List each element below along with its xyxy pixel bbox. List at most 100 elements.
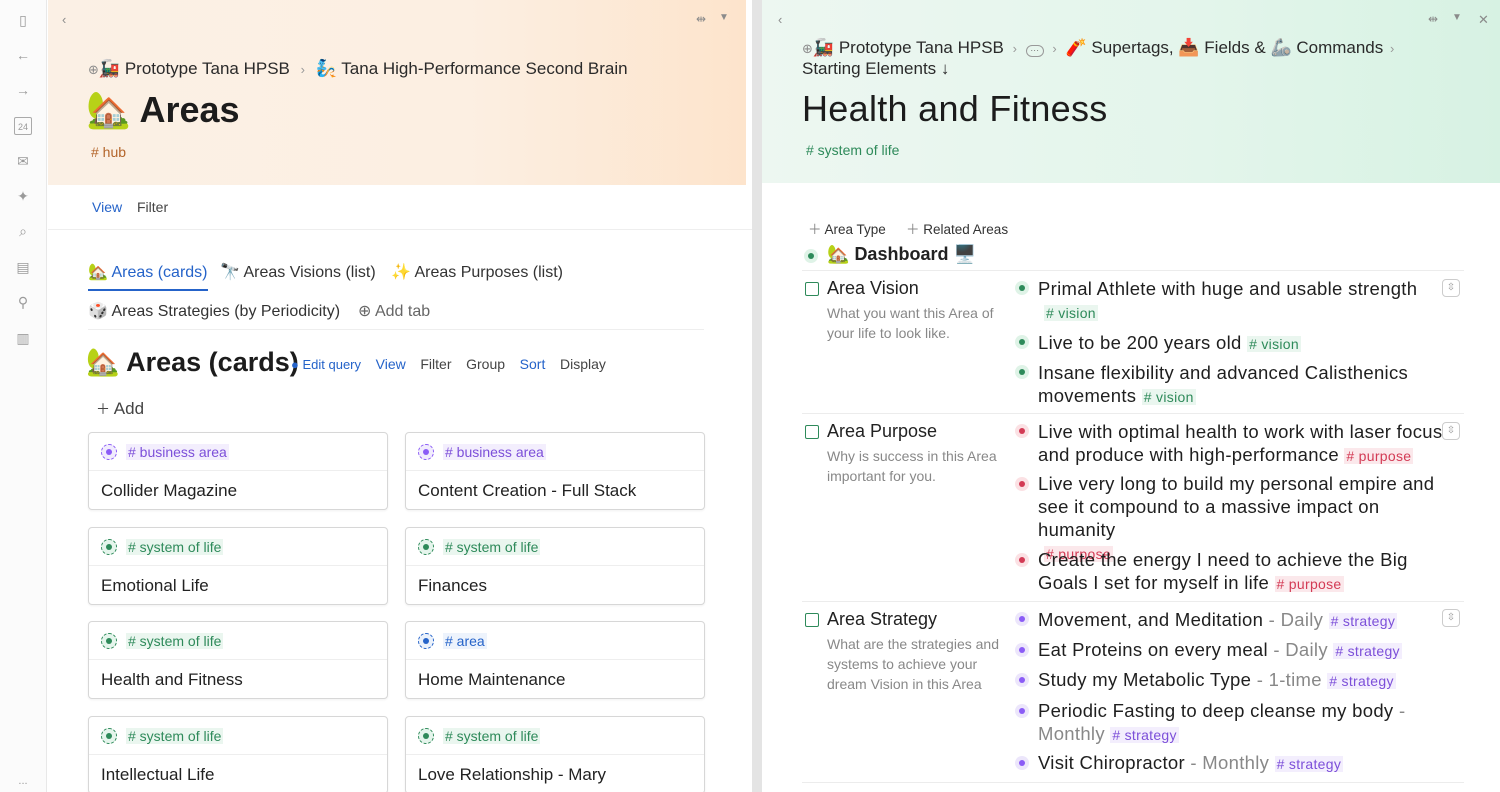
breadcrumb-supertags[interactable]: Supertags, [1091,38,1173,57]
card-name[interactable]: Finances [418,576,487,596]
strategy-tag[interactable]: # strategy [1327,673,1396,689]
breadcrumb-page[interactable]: Tana High-Performance Second Brain [341,59,627,78]
hub-tag[interactable]: # hub [91,144,126,160]
vision-tag[interactable]: # vision [1044,305,1098,321]
tab-areas-cards[interactable]: 🏡 Areas (cards) [88,262,208,282]
filter-button[interactable]: Filter [137,199,168,215]
expand-panel-icon[interactable]: ⇹ [1428,12,1438,26]
node-bullet[interactable] [1015,612,1029,626]
card-tag[interactable]: # system of life [126,633,224,649]
area-card[interactable]: # area Home Maintenance [405,621,705,699]
card-name[interactable]: Health and Fitness [101,670,243,690]
search-sort-button[interactable]: Sort [520,356,546,372]
purpose-item[interactable]: Live with optimal health to work with la… [1038,420,1448,468]
node-bullet[interactable] [101,539,117,555]
strategy-tag[interactable]: # strategy [1328,613,1398,629]
card-tag[interactable]: # system of life [126,728,224,744]
dashboard-icon[interactable]: ▥ [14,329,32,347]
card-name[interactable]: Home Maintenance [418,670,565,690]
strategy-item[interactable]: Visit Chiropractor - Monthly # strategy [1038,751,1458,776]
node-bullet[interactable] [1015,477,1029,491]
node-bullet[interactable] [101,633,117,649]
breadcrumb-starting-elements[interactable]: Starting Elements ↓ [802,59,949,79]
node-bullet[interactable] [418,633,434,649]
node-bullet[interactable] [418,444,434,460]
field-expand-icon[interactable]: ⇳ [1442,279,1460,297]
breadcrumb-fields[interactable]: Fields & [1204,38,1265,57]
breadcrumb-workspace[interactable]: Prototype Tana HPSB [125,59,290,78]
page-title-text[interactable]: Areas [140,89,240,130]
node-bullet[interactable] [804,249,818,263]
area-card[interactable]: # business area Content Creation - Full S… [405,432,705,510]
vision-item[interactable]: Insane flexibility and advanced Calisthe… [1038,361,1448,409]
node-bullet[interactable] [101,444,117,460]
add-card-button[interactable]: ＋ Add [96,399,144,419]
field-name[interactable]: Area Purpose [827,421,937,442]
field-name[interactable]: Area Strategy [827,609,937,630]
search-display-button[interactable]: Display [560,356,606,372]
area-card[interactable]: # system of life Finances [405,527,705,605]
expand-panel-icon[interactable]: ⇹ [696,12,706,26]
pin-icon[interactable]: ⚲ [14,293,32,311]
node-bullet[interactable] [418,539,434,555]
search-view-button[interactable]: View [376,356,406,372]
card-name[interactable]: Love Relationship - Mary [418,765,606,785]
node-bullet[interactable] [1015,424,1029,438]
collapse-right-icon[interactable]: ‹ [778,12,782,27]
vision-tag[interactable]: # vision [1141,389,1196,405]
node-bullet[interactable] [418,728,434,744]
card-tag[interactable]: # system of life [443,728,541,744]
area-card[interactable]: # system of life Emotional Life [88,527,388,605]
chevron-down-icon[interactable]: ▼ [719,12,729,23]
more-icon[interactable]: ... [14,772,32,790]
vision-item[interactable]: Live to be 200 years old # vision [1038,331,1458,356]
card-tag[interactable]: # system of life [126,539,224,555]
area-card[interactable]: # system of life Health and Fitness [88,621,388,699]
card-tag[interactable]: # business area [443,444,546,460]
card-name[interactable]: Collider Magazine [101,481,237,501]
related-areas-button[interactable]: ＋ Related Areas [906,218,1008,238]
node-bullet[interactable] [1015,704,1029,718]
add-tab-button[interactable]: ⊕ Add tab [358,301,430,321]
sidebar-toggle-icon[interactable]: ▯ [14,11,32,29]
view-button[interactable]: View [92,199,122,215]
inbox-icon[interactable]: ✉ [14,152,32,170]
vision-item[interactable]: Primal Athlete with huge and usable stre… [1038,277,1438,325]
tab-areas-strategies[interactable]: 🎲 Areas Strategies (by Periodicity) [88,301,340,321]
dashboard-node[interactable]: 🏡 Dashboard 🖥️ [827,244,976,265]
collapse-left-icon[interactable]: ‹ [62,12,66,27]
purpose-item[interactable]: Create the energy I need to achieve the … [1038,548,1448,596]
search-title-text[interactable]: Areas (cards) [126,347,299,377]
search-filter-button[interactable]: Filter [420,356,451,372]
close-icon[interactable]: ✕ [1478,12,1489,28]
edit-query-button[interactable]: ● Edit query [291,357,361,372]
back-arrow-icon[interactable]: ← [14,46,32,64]
strategy-item[interactable]: Study my Metabolic Type - 1-time # strat… [1038,668,1458,693]
strategy-tag[interactable]: # strategy [1274,756,1344,772]
node-bullet[interactable] [101,728,117,744]
card-tag[interactable]: # area [443,633,487,649]
vision-tag[interactable]: # vision [1247,336,1301,352]
page-title[interactable]: Health and Fitness [802,88,1108,130]
strategy-tag[interactable]: # strategy [1333,643,1402,659]
purpose-tag[interactable]: # purpose [1344,448,1414,464]
card-name[interactable]: Content Creation - Full Stack [418,481,636,501]
chevron-down-icon[interactable]: ▼ [1452,12,1462,23]
area-card[interactable]: # system of life Love Relationship - Mary [405,716,705,792]
tab-areas-purposes[interactable]: ✨ Areas Purposes (list) [391,262,563,282]
area-card[interactable]: # business area Collider Magazine [88,432,388,510]
calendar-icon[interactable]: 24 [14,117,32,135]
purpose-tag[interactable]: # purpose [1274,576,1344,592]
forward-arrow-icon[interactable]: → [14,81,32,99]
node-bullet[interactable] [1015,643,1029,657]
breadcrumb-workspace[interactable]: Prototype Tana HPSB [839,38,1004,57]
strategy-item[interactable]: Periodic Fasting to deep cleanse my body… [1038,699,1458,747]
node-bullet[interactable] [1015,673,1029,687]
area-type-button[interactable]: ＋ Area Type [808,218,886,238]
strategy-tag[interactable]: # strategy [1110,727,1179,743]
node-bullet[interactable] [1015,335,1029,349]
search-group-button[interactable]: Group [466,356,505,372]
node-bullet[interactable] [1015,281,1029,295]
ai-sparkle-icon[interactable]: ✦ [14,187,32,205]
breadcrumb-commands[interactable]: Commands [1296,38,1383,57]
